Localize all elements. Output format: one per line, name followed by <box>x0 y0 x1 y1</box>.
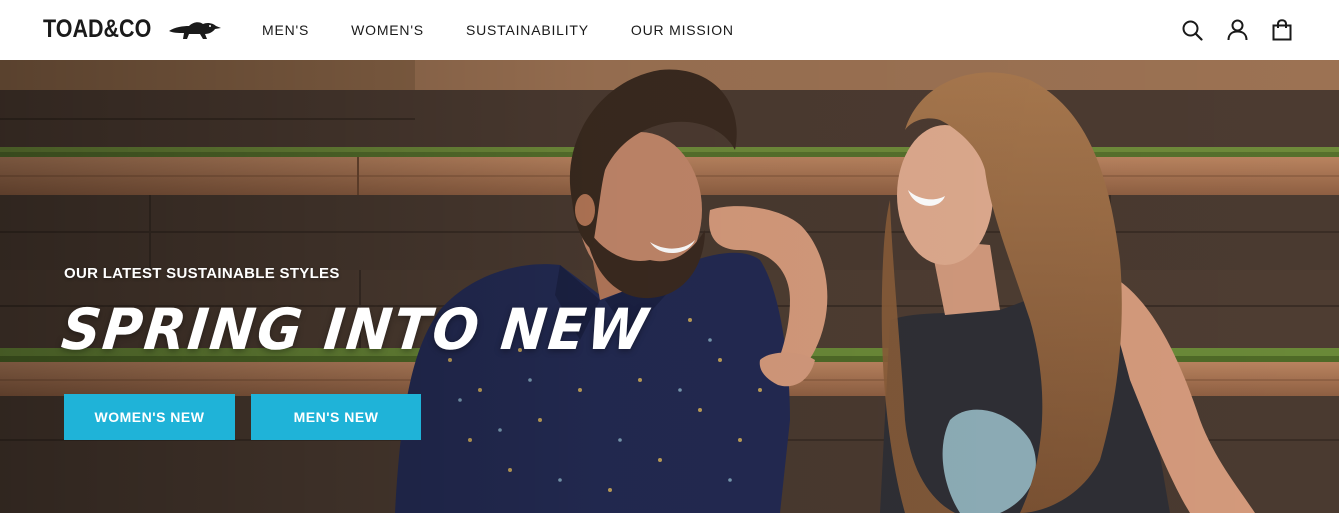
womens-new-button[interactable]: WOMEN'S NEW <box>64 394 235 440</box>
bag-icon[interactable] <box>1271 19 1293 41</box>
logo-wordmark: TOAD&CO <box>43 15 152 43</box>
site-logo[interactable]: TOAD&CO <box>43 14 223 44</box>
hero-eyebrow: OUR LATEST SUSTAINABLE STYLES <box>64 265 340 282</box>
nav-womens[interactable]: WOMEN'S <box>351 0 424 60</box>
mens-new-button[interactable]: MEN'S NEW <box>251 394 421 440</box>
account-icon[interactable] <box>1226 19 1248 41</box>
nav-sustainability[interactable]: SUSTAINABILITY <box>466 0 589 60</box>
toad-icon <box>169 22 221 39</box>
site-header: TOAD&CO MEN'S WOMEN'S SUSTAINABILITY OUR… <box>0 0 1339 60</box>
nav-our-mission[interactable]: OUR MISSION <box>631 0 734 60</box>
hero-title: SPRING INTO NEW <box>58 296 653 363</box>
search-icon[interactable] <box>1181 19 1203 41</box>
hero-banner: OUR LATEST SUSTAINABLE STYLES SPRING INT… <box>0 60 1339 513</box>
main-nav: MEN'S WOMEN'S SUSTAINABILITY OUR MISSION <box>262 0 776 60</box>
hero-cta-group: WOMEN'S NEW MEN'S NEW <box>64 394 421 440</box>
hero-image <box>0 60 1339 513</box>
header-utility-icons <box>1158 0 1293 60</box>
nav-mens[interactable]: MEN'S <box>262 0 309 60</box>
